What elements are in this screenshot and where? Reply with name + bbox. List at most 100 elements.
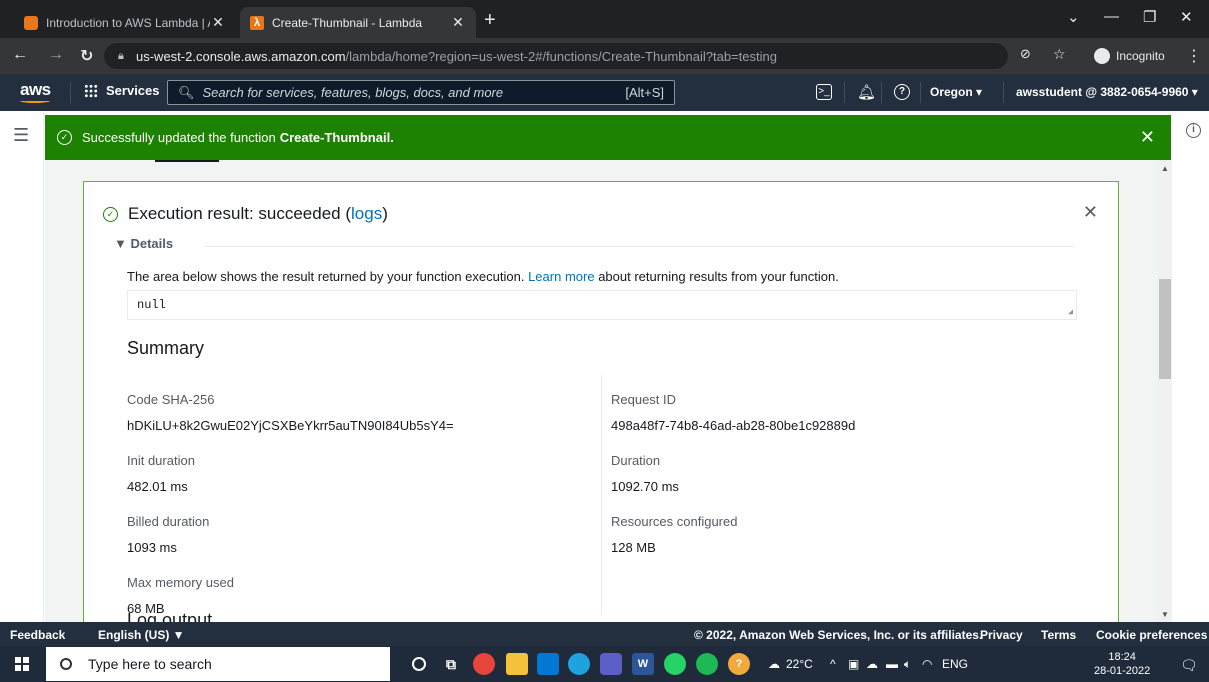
whatsapp-icon[interactable]	[664, 653, 686, 675]
language-selector[interactable]: English (US) ▼	[98, 628, 185, 642]
system-clock[interactable]: 18:24 28-01-2022	[1094, 650, 1150, 678]
learn-more-link[interactable]: Learn more	[528, 269, 594, 284]
logs-link[interactable]: logs	[351, 204, 382, 224]
execution-result-header: ✓ Execution result: succeeded (logs)	[103, 204, 388, 224]
maximize-icon[interactable]: ❐	[1143, 8, 1156, 26]
desc-after: about returning results from your functi…	[598, 269, 839, 284]
tab-title: Introduction to AWS Lambda | A	[46, 15, 210, 30]
help-app-icon[interactable]: ?	[728, 653, 750, 675]
resize-grip-icon[interactable]: ◢	[1068, 307, 1073, 317]
result-output-box[interactable]: null ◢	[127, 290, 1077, 320]
url-path: /lambda/home?region=us-west-2#/functions…	[345, 48, 777, 64]
scroll-down-icon[interactable]: ▼	[1161, 610, 1169, 619]
success-flash-banner: ✓ Successfully updated the function Crea…	[45, 115, 1171, 160]
cortana-icon[interactable]	[412, 657, 426, 671]
address-bar[interactable]: 🔒︎ us-west-2.console.aws.amazon.com/lamb…	[104, 43, 1008, 69]
bookmark-star-icon[interactable]: ☆	[1053, 46, 1066, 63]
url-domain: us-west-2.console.aws.amazon.com	[136, 48, 346, 64]
edge-icon[interactable]	[568, 653, 590, 675]
notification-center-icon[interactable]: 🗨︎	[1180, 657, 1198, 674]
weather-icon[interactable]: ☁	[768, 657, 780, 671]
dismiss-flash-icon[interactable]: ✕	[1140, 127, 1155, 148]
field-value: 498a48f7-74b8-46ad-ab28-80be1c92889d	[611, 418, 856, 433]
task-view-icon[interactable]: ⧉	[440, 653, 462, 675]
billed-duration-field: Billed duration 1093 ms	[127, 514, 209, 555]
battery-icon[interactable]: ▬	[886, 657, 898, 671]
field-label: Max memory used	[127, 575, 234, 590]
account-menu[interactable]: awsstudent @ 3882-0654-9960 ▾	[1016, 85, 1198, 99]
details-toggle[interactable]: ▼ Details	[114, 236, 173, 251]
column-divider	[601, 375, 602, 615]
scroll-up-icon[interactable]: ▲	[1161, 164, 1169, 173]
services-menu-button[interactable]: Services	[84, 83, 160, 98]
browser-tab-lambda[interactable]: λ Create-Thumbnail - Lambda ✕	[240, 7, 476, 38]
new-tab-icon[interactable]: +	[484, 10, 496, 30]
privacy-link[interactable]: Privacy	[980, 628, 1023, 642]
spotify-icon[interactable]	[696, 653, 718, 675]
result-output-value: null	[137, 298, 166, 312]
windows-start-icon[interactable]	[15, 657, 29, 671]
search-icon: 🔍︎	[178, 84, 195, 100]
browser-tab-aws-intro[interactable]: Introduction to AWS Lambda | A ✕	[14, 7, 236, 38]
reload-icon[interactable]: ↻	[80, 46, 93, 66]
search-shortcut-hint: [Alt+S]	[625, 85, 664, 100]
clock-date: 28-01-2022	[1094, 665, 1151, 677]
aws-top-nav: aws Services 🔍︎ [Alt+S] >_ 🔔︎ ? Oregon ▾…	[0, 74, 1209, 111]
teams-icon[interactable]	[600, 653, 622, 675]
tray-chevron-icon[interactable]: ^	[830, 657, 836, 671]
file-explorer-icon[interactable]	[506, 653, 528, 675]
input-language[interactable]: ENG	[942, 657, 968, 671]
aws-search-box[interactable]: 🔍︎ [Alt+S]	[167, 80, 675, 105]
minimize-icon[interactable]: —	[1104, 8, 1119, 25]
result-description: The area below shows the result returned…	[127, 269, 839, 284]
region-selector[interactable]: Oregon ▾	[930, 85, 982, 99]
field-value: 1092.70 ms	[611, 479, 679, 494]
cookie-preferences-link[interactable]: Cookie preferences	[1096, 628, 1207, 642]
browser-menu-icon[interactable]: ⋮	[1186, 46, 1202, 66]
field-value: 482.01 ms	[127, 479, 188, 494]
volume-icon[interactable]: 🔈︎	[904, 657, 911, 672]
cloudshell-icon[interactable]: >_	[816, 84, 832, 100]
aws-footer: Feedback English (US) ▼ © 2022, Amazon W…	[0, 622, 1209, 646]
field-label: Init duration	[127, 453, 195, 468]
incognito-label: Incognito	[1116, 49, 1165, 63]
close-tab-icon[interactable]: ✕	[450, 14, 466, 31]
back-icon[interactable]: ←	[12, 46, 28, 64]
close-window-icon[interactable]: ✕	[1180, 8, 1193, 26]
nav-divider	[881, 82, 882, 103]
store-icon[interactable]	[537, 653, 559, 675]
execution-result-panel: ✓ Execution result: succeeded (logs) ✕ ▼…	[83, 181, 1119, 622]
tray-app-icon[interactable]: ▣	[848, 657, 859, 671]
browser-tab-strip: Introduction to AWS Lambda | A ✕ λ Creat…	[0, 0, 1209, 38]
word-icon[interactable]: W	[632, 653, 654, 675]
code-sha-field: Code SHA-256 hDKiLU+8k2GwuE02YjCSXBeYkrr…	[127, 392, 454, 433]
weather-temp[interactable]: 22°C	[786, 657, 813, 671]
grid-icon	[84, 83, 98, 98]
incognito-badge[interactable]: Incognito	[1086, 44, 1173, 68]
taskbar-search[interactable]: Type here to search	[46, 647, 390, 681]
tracking-blocked-icon[interactable]: ⊘	[1020, 46, 1031, 62]
forward-icon[interactable]: →	[48, 46, 64, 64]
terms-link[interactable]: Terms	[1041, 628, 1076, 642]
chrome-icon[interactable]	[473, 653, 495, 675]
onedrive-icon[interactable]: ☁	[866, 657, 878, 671]
help-icon[interactable]: ?	[894, 84, 910, 100]
browser-toolbar: ← → ↻ 🔒︎ us-west-2.console.aws.amazon.co…	[0, 38, 1209, 74]
feedback-link[interactable]: Feedback	[10, 628, 65, 642]
hamburger-menu-icon[interactable]: ☰	[13, 125, 29, 146]
page-scrollbar[interactable]: ▲ ▼	[1158, 160, 1172, 622]
close-tab-icon[interactable]: ✕	[210, 14, 226, 31]
info-icon[interactable]: i	[1186, 123, 1201, 138]
wifi-icon[interactable]: ◠	[922, 657, 932, 671]
main-content: ✓ Execution result: succeeded (logs) ✕ ▼…	[45, 160, 1158, 622]
lock-icon: 🔒︎	[118, 50, 124, 62]
aws-search-input[interactable]	[202, 85, 603, 100]
aws-favicon-icon	[24, 15, 38, 30]
flash-message: Successfully updated the function	[82, 130, 276, 145]
scrollbar-thumb[interactable]	[1159, 279, 1171, 379]
close-result-icon[interactable]: ✕	[1083, 202, 1098, 223]
aws-logo[interactable]: aws	[20, 80, 51, 100]
notifications-bell-icon[interactable]: 🔔︎	[857, 83, 876, 101]
lambda-favicon-icon: λ	[250, 15, 264, 30]
tab-search-icon[interactable]: ⌄	[1067, 8, 1080, 26]
